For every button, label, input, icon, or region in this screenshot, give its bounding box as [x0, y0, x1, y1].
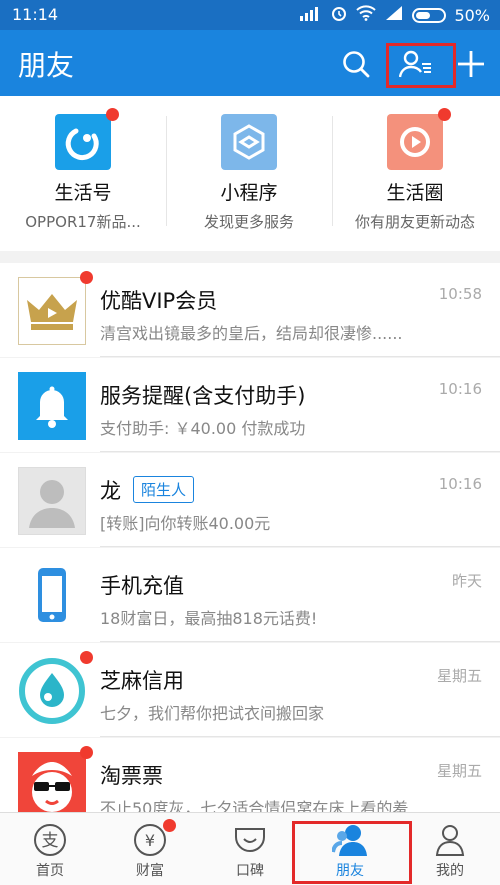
- message-preview: 七夕，我们帮你把试衣间搬回家: [100, 704, 325, 723]
- battery-icon: [412, 7, 447, 23]
- message-time: 10:16: [438, 380, 482, 398]
- tab-label: 我的: [436, 863, 464, 879]
- stranger-badge: 陌生人: [133, 475, 195, 503]
- status-time: 11:14: [12, 5, 59, 24]
- mini-program-icon: [221, 114, 277, 170]
- message-preview: 18财富日，最高抽818元话费!: [100, 609, 318, 628]
- unread-dot: [80, 271, 93, 284]
- life-circle-icon: [387, 108, 451, 170]
- shortcut-subtitle: 发现更多服务: [203, 213, 294, 231]
- page-title: 朋友: [18, 49, 75, 82]
- message-row-long[interactable]: 龙陌生人 [转账]向你转账40.00元 10:16: [0, 453, 500, 547]
- taopiaopiao-icon: [18, 752, 86, 820]
- message-time: 昨天: [451, 572, 482, 590]
- shortcut-life-circle[interactable]: 生活圈 你有朋友更新动态: [332, 108, 498, 232]
- wifi-icon: [356, 5, 377, 25]
- message-row-service-reminder[interactable]: 服务提醒(含支付助手) 支付助手: ￥40.00 付款成功 10:16: [0, 358, 500, 452]
- message-row-zhima-credit[interactable]: 芝麻信用 七夕，我们帮你把试衣间搬回家 星期五: [0, 643, 500, 737]
- tab-label: 口碑: [236, 863, 264, 879]
- contacts-highlight-box: [386, 43, 456, 88]
- status-bar: 11:14 50%: [0, 0, 500, 30]
- message-preview: 清宫戏出镜最多的皇后，结局却很凄惨......: [100, 324, 403, 343]
- message-title: 芝麻信用: [100, 669, 184, 693]
- message-title: 优酷VIP会员: [100, 289, 218, 313]
- shortcut-subtitle: 你有朋友更新动态: [354, 213, 475, 231]
- notification-dot: [438, 108, 451, 121]
- tab-home[interactable]: 支 首页: [0, 813, 100, 885]
- tab-label: 财富: [136, 863, 164, 879]
- shortcut-label: 生活号: [54, 182, 112, 204]
- bell-icon: [18, 372, 86, 440]
- message-time: 星期五: [436, 762, 482, 780]
- search-icon: [343, 51, 370, 78]
- message-time: 10:58: [438, 285, 482, 303]
- message-title: 服务提醒(含支付助手): [100, 384, 306, 408]
- default-avatar-icon: [18, 467, 86, 535]
- zhima-credit-icon: [18, 657, 86, 725]
- tab-wealth[interactable]: ¥ 财富: [100, 813, 200, 885]
- shortcut-mini-program[interactable]: 小程序 发现更多服务: [166, 114, 332, 232]
- svg-text:¥: ¥: [145, 831, 155, 850]
- alarm-icon: [330, 4, 348, 26]
- message-preview: [转账]向你转账40.00元: [100, 514, 271, 533]
- message-preview: 支付助手: ￥40.00 付款成功: [100, 419, 306, 438]
- cell-signal-icon: [384, 5, 404, 25]
- message-time: 10:16: [438, 475, 482, 493]
- add-button[interactable]: [451, 44, 491, 84]
- friends-tab-highlight-box: [292, 821, 412, 884]
- app-header: 朋友: [0, 30, 500, 96]
- bottom-tab-bar: 支 首页 ¥ 财富 口碑 朋友 我的: [0, 812, 500, 885]
- shortcut-subtitle: OPPOR17新品...: [25, 213, 141, 231]
- profile-icon: [432, 822, 468, 858]
- shortcut-label: 生活圈: [386, 182, 444, 204]
- signal-icon: [300, 5, 322, 25]
- message-time: 星期五: [436, 667, 482, 685]
- mobile-phone-icon: [18, 562, 86, 630]
- notification-dot: [163, 819, 176, 832]
- message-title: 淘票票: [100, 764, 163, 788]
- life-account-icon: [55, 108, 119, 170]
- tab-koubei[interactable]: 口碑: [200, 813, 300, 885]
- unread-dot: [80, 746, 93, 759]
- battery-percent: 50%: [454, 5, 490, 25]
- unread-dot: [80, 651, 93, 664]
- koubei-icon: [232, 822, 268, 858]
- tab-label: 首页: [36, 863, 64, 879]
- youku-vip-avatar: [18, 277, 86, 345]
- message-title: 手机充值: [100, 574, 184, 598]
- message-row-youku-vip[interactable]: 优酷VIP会员 清宫戏出镜最多的皇后，结局却很凄惨...... 10:58: [0, 263, 500, 357]
- shortcut-panel: 生活号 OPPOR17新品... 小程序 发现更多服务 生活圈 你有朋友更新动态: [0, 96, 500, 251]
- message-row-phone-recharge[interactable]: 手机充值 18财富日，最高抽818元话费! 昨天: [0, 548, 500, 642]
- tab-mine[interactable]: 我的: [400, 813, 500, 885]
- search-button[interactable]: [336, 44, 376, 84]
- plus-icon: [458, 51, 484, 77]
- svg-text:支: 支: [42, 831, 59, 851]
- notification-dot: [106, 108, 119, 121]
- wealth-icon: ¥: [132, 819, 176, 858]
- shortcut-label: 小程序: [220, 182, 278, 204]
- home-icon: 支: [32, 822, 68, 858]
- message-title: 龙: [100, 479, 121, 503]
- shortcut-life-account[interactable]: 生活号 OPPOR17新品...: [0, 108, 166, 232]
